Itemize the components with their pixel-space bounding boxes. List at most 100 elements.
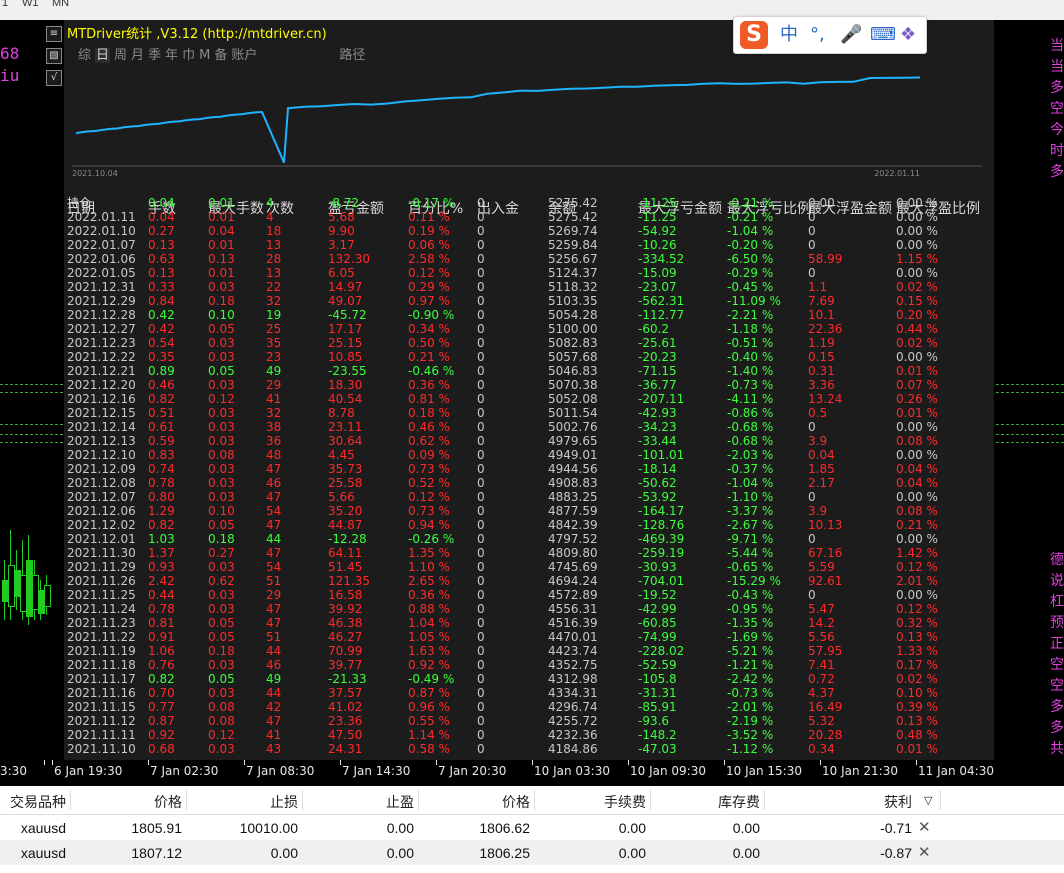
axis-tick xyxy=(436,760,437,765)
column-separator[interactable] xyxy=(302,790,303,810)
sqrt-icon[interactable]: √ xyxy=(46,70,62,86)
stats-cell: -15.09 xyxy=(638,266,677,280)
axis-label: 7 Jan 14:30 xyxy=(342,764,411,778)
terminal-col-6[interactable]: 库存费 xyxy=(718,792,760,812)
stats-cell: 0 xyxy=(477,700,485,714)
sogou-logo-icon[interactable]: S xyxy=(740,21,768,49)
terminal-row[interactable]: xauusd 1805.91 10010.00 0.00 1806.62 0.00 0.00… xyxy=(0,815,1064,840)
stats-cell: 42 xyxy=(266,700,282,714)
close-order-icon[interactable]: ✕ xyxy=(918,818,931,836)
tab-3[interactable]: 月 xyxy=(131,48,144,63)
stats-cell: 2021.12.31 xyxy=(67,280,136,294)
tab-2[interactable]: 周 xyxy=(114,48,127,63)
stats-cell: -0.17 % xyxy=(408,196,455,210)
terminal-col-1[interactable]: 价格 xyxy=(154,792,182,812)
stats-cell: -60.85 xyxy=(638,616,677,630)
terminal-col-0[interactable]: 交易品种 xyxy=(10,792,66,812)
stats-cell: 5124.37 xyxy=(548,266,598,280)
tab-4[interactable]: 季 xyxy=(148,48,161,63)
stats-cell: -1.18 % xyxy=(727,322,774,336)
column-separator[interactable] xyxy=(940,790,941,810)
tab-9[interactable]: 账户 xyxy=(231,48,257,63)
stats-cell: 0.04 xyxy=(148,196,175,210)
terminal-col-5[interactable]: 手续费 xyxy=(604,792,646,812)
terminal-col-3[interactable]: 止盈 xyxy=(386,792,414,812)
stats-cell: -47.03 xyxy=(638,742,677,756)
stats-cell: -31.31 xyxy=(638,686,677,700)
stats-cell: 0.61 xyxy=(148,420,175,434)
stats-cell: -562.31 xyxy=(638,294,685,308)
sort-desc-icon[interactable]: ▽ xyxy=(924,794,932,807)
stats-cell: 0.88 % xyxy=(408,602,450,616)
chart-tool-icon[interactable]: ≡ xyxy=(46,26,62,42)
stats-cell: 47 xyxy=(266,490,282,504)
ime-toolbar[interactable]: S 中 °, 🎤 ⌨ ❖ xyxy=(733,16,927,54)
stats-cell: 2021.12.01 xyxy=(67,532,136,546)
microphone-icon[interactable]: 🎤 xyxy=(840,23,862,47)
stats-cell: 0 xyxy=(808,490,816,504)
stats-cell: 49 xyxy=(266,672,282,686)
stats-cell: 0.00 % xyxy=(896,210,938,224)
stats-cell: -0.21 % xyxy=(727,196,774,210)
tab-8[interactable]: 备 xyxy=(214,48,227,63)
timeframe-1[interactable]: 1 xyxy=(2,0,8,9)
chart-pattern-icon[interactable]: ▧ xyxy=(46,48,62,64)
stats-cell: 0.54 xyxy=(148,336,175,350)
stats-cell: 0.39 % xyxy=(896,700,938,714)
stats-cell: 51 xyxy=(266,574,282,588)
stats-cell: 47 xyxy=(266,518,282,532)
stats-cell: 0.02 % xyxy=(896,280,938,294)
tab-7[interactable]: M xyxy=(199,48,210,63)
stats-cell: 0.73 % xyxy=(408,462,450,476)
timeframe-mn[interactable]: MN xyxy=(52,0,69,9)
stats-cell: 23.36 xyxy=(328,714,363,728)
ime-punctuation-icon[interactable]: °, xyxy=(810,23,825,47)
column-separator[interactable] xyxy=(650,790,651,810)
axis-tick xyxy=(244,760,245,765)
stats-cell: -5.21 % xyxy=(727,644,774,658)
stats-cell: 4.37 xyxy=(808,686,835,700)
stats-cell: 0.05 xyxy=(208,630,235,644)
axis-tick xyxy=(44,760,45,765)
column-separator[interactable] xyxy=(418,790,419,810)
indicator-label: iu xyxy=(0,66,20,85)
stats-cell: 0.80 xyxy=(148,490,175,504)
ime-chinese-mode[interactable]: 中 xyxy=(780,23,798,47)
terminal-col-4[interactable]: 价格 xyxy=(502,792,530,812)
stats-cell: 0.97 % xyxy=(408,294,450,308)
stats-cell: 41 xyxy=(266,728,282,742)
stats-cell: 2021.12.06 xyxy=(67,504,136,518)
terminal-col-7[interactable]: 获利 xyxy=(884,792,912,812)
column-separator[interactable] xyxy=(764,790,765,810)
stats-cell: -3.52 % xyxy=(727,728,774,742)
column-separator[interactable] xyxy=(186,790,187,810)
stats-cell: -0.43 % xyxy=(727,588,774,602)
stats-cell: 0.15 % xyxy=(896,294,938,308)
stats-cell: 1.03 xyxy=(148,532,175,546)
stats-cell: 0 xyxy=(477,294,485,308)
keyboard-icon[interactable]: ⌨ xyxy=(870,23,896,47)
tab-0[interactable]: 综 xyxy=(78,48,91,63)
stats-cell: 0.93 xyxy=(148,560,175,574)
terminal-col-2[interactable]: 止损 xyxy=(270,792,298,812)
ime-skin-icon[interactable]: ❖ xyxy=(900,23,916,47)
stats-cell: 4883.25 xyxy=(548,490,598,504)
close-order-icon[interactable]: ✕ xyxy=(918,843,931,861)
stats-cell: 1.15 % xyxy=(896,252,938,266)
stats-cell: 0.82 xyxy=(148,518,175,532)
axis-label: 11 Jan 04:30 xyxy=(918,764,994,778)
tab-path[interactable]: 路径 xyxy=(339,48,365,63)
stats-cell: 0 xyxy=(808,420,816,434)
stats-cell: -1.35 % xyxy=(727,616,774,630)
column-separator[interactable] xyxy=(70,790,71,810)
timeframe-w1[interactable]: W1 xyxy=(22,0,39,9)
tab-1[interactable]: 日 xyxy=(95,48,111,63)
column-separator[interactable] xyxy=(534,790,535,810)
tab-5[interactable]: 年 xyxy=(165,48,178,63)
stats-cell: 4842.39 xyxy=(548,518,598,532)
stats-cell: 0.13 xyxy=(208,252,235,266)
stats-cell: 0 xyxy=(477,448,485,462)
stats-cell: 7.69 xyxy=(808,294,835,308)
terminal-row[interactable]: xauusd 1807.12 0.00 0.00 1806.25 0.00 0.00 -0.8… xyxy=(0,840,1064,865)
tab-6[interactable]: 巾 xyxy=(182,48,195,63)
